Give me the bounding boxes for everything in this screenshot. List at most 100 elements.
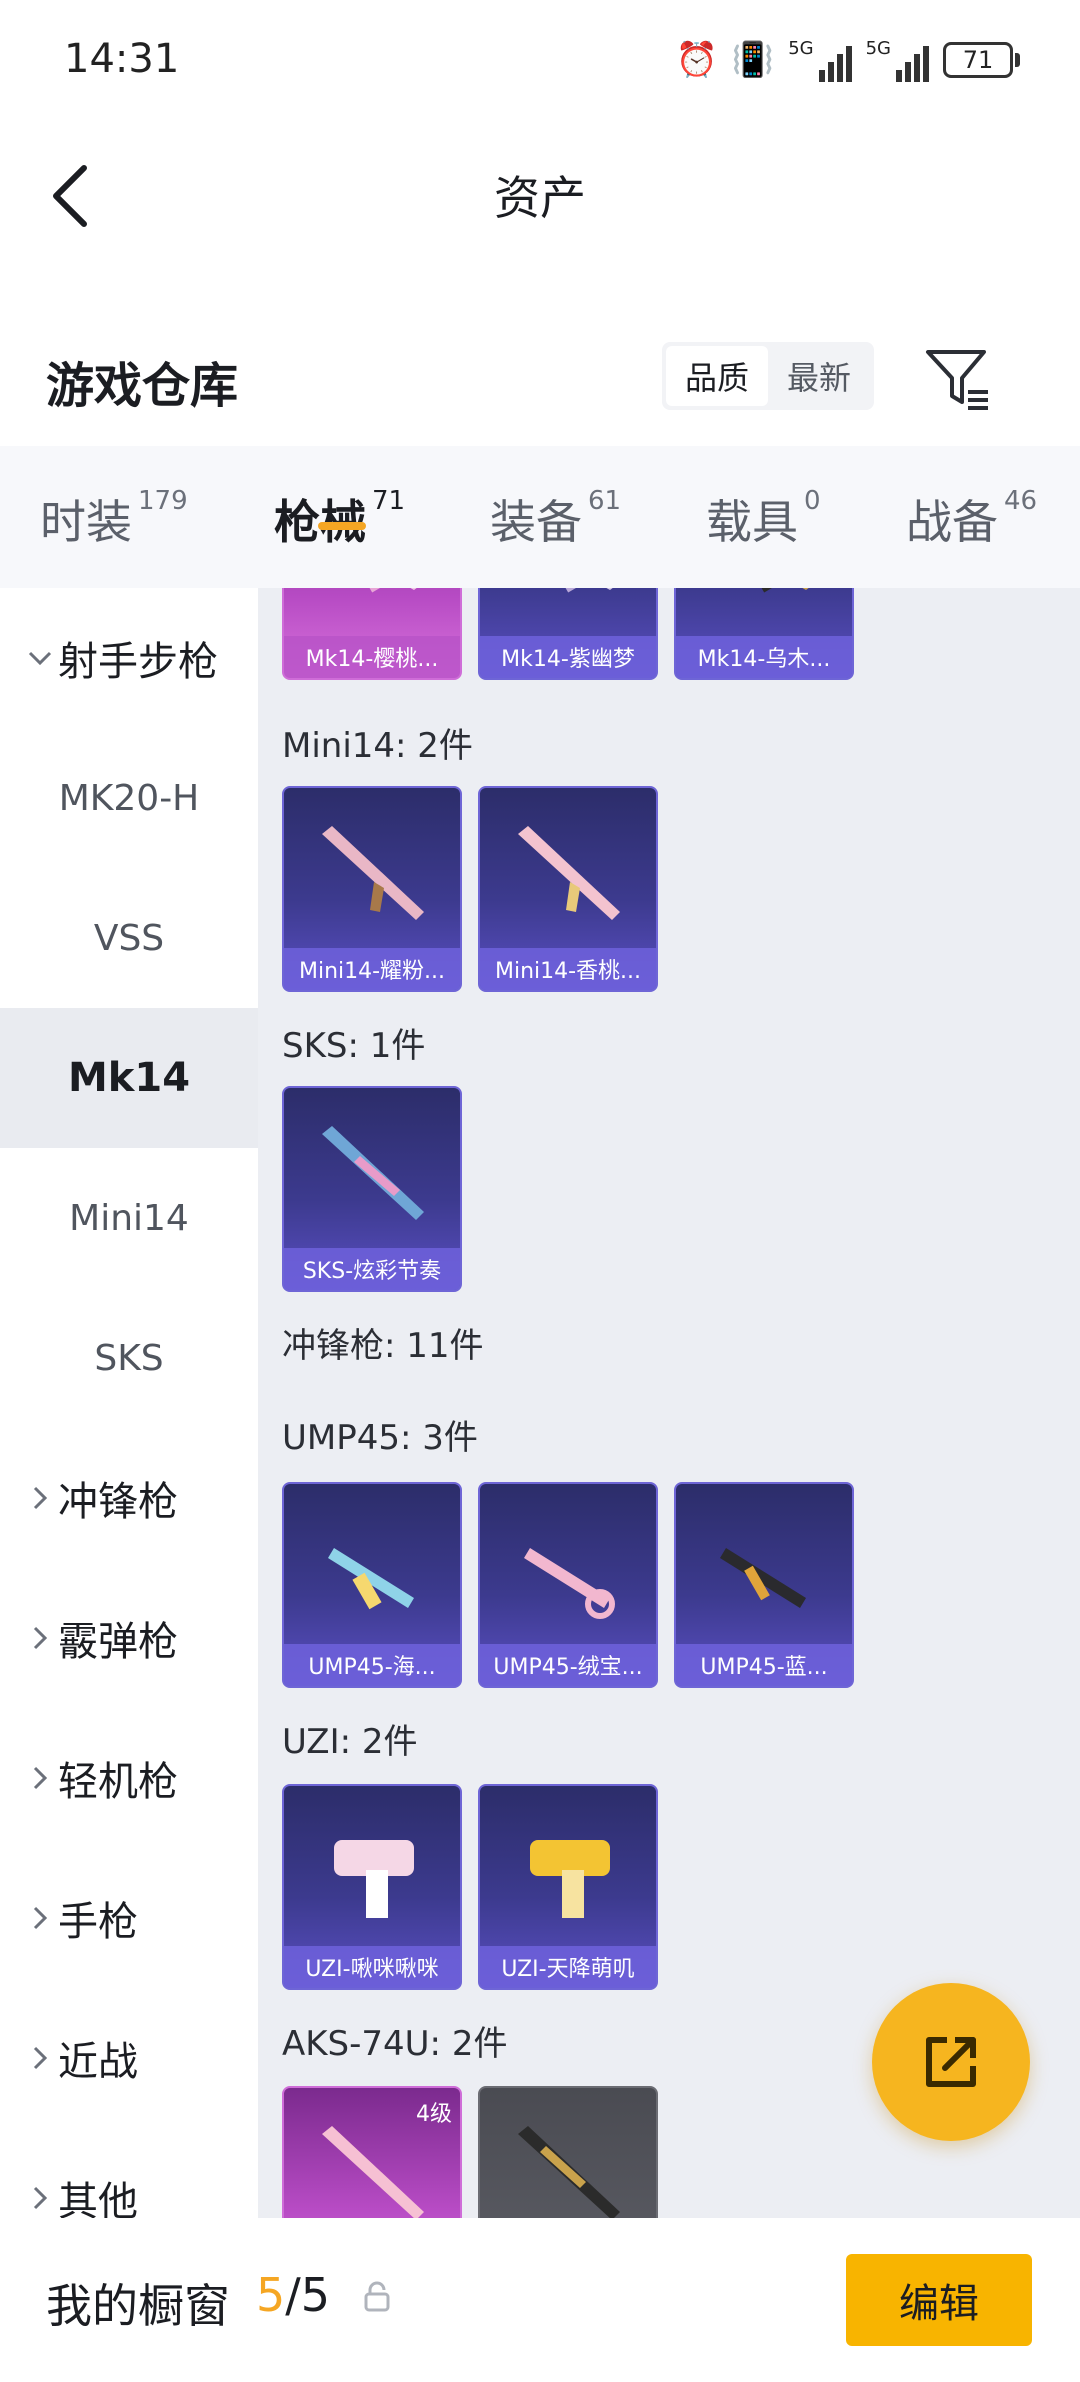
page-title: 资产 (494, 171, 586, 225)
skin-card[interactable]: 4级 (282, 2086, 462, 2218)
tab-guns[interactable]: 枪械 71 (274, 446, 405, 552)
chevron-right-icon (22, 2046, 58, 2070)
skin-card[interactable]: UMP45-蓝... (674, 1482, 854, 1688)
share-icon (926, 2037, 976, 2087)
weapon-group-label: UZI: 2件 (282, 1722, 418, 1762)
tab-count: 46 (1004, 486, 1038, 516)
rifle-icon (518, 2126, 620, 2218)
edit-button[interactable]: 编辑 (846, 2254, 1032, 2346)
skin-card[interactable]: Mk14-紫幽梦 (478, 588, 658, 680)
sidebar-item-label: MK20-H (58, 777, 200, 819)
smg-icon (328, 1548, 414, 1610)
sort-quality-button[interactable]: 品质 (666, 346, 768, 406)
smg-icon (524, 1548, 615, 1619)
network-type-1: 5G (788, 38, 814, 59)
tab-vehicles[interactable]: 载具 0 (706, 446, 821, 552)
tab-fashion[interactable]: 时装 179 (40, 446, 188, 552)
weapon-group-label: Mini14: 2件 (282, 726, 473, 766)
filter-icon (926, 350, 988, 410)
battery-level: 71 (943, 42, 1013, 78)
vibrate-icon: 📳 (731, 40, 775, 80)
sidebar-item-label: 冲锋枪 (58, 1479, 178, 1525)
skin-card-name: Mk14-乌木... (676, 636, 852, 678)
sidebar-item-label: SKS (94, 1337, 164, 1379)
share-button[interactable] (872, 1983, 1030, 2141)
skin-card[interactable]: SKS-炫彩节奏 (282, 1086, 462, 1292)
sidebar-item-pistol[interactable]: 手枪 (0, 1848, 258, 1988)
sidebar-item-melee[interactable]: 近战 (0, 1988, 258, 2128)
sidebar-item-label: 轻机枪 (58, 1759, 178, 1805)
skin-card[interactable]: UZI-啾咪啾咪 (282, 1784, 462, 1990)
filter-button[interactable] (922, 342, 994, 414)
rifle-icon (749, 588, 809, 593)
rifle-icon (553, 588, 613, 593)
showcase-total: /5 (285, 2268, 331, 2322)
sidebar-item-sks[interactable]: SKS (0, 1288, 258, 1428)
weapon-category-label: 冲锋枪: 11件 (282, 1326, 484, 1366)
sort-toggle: 品质 最新 (662, 342, 874, 410)
status-icons: ⏰ 📳 5G 5G 71 (675, 38, 1020, 82)
tab-count: 61 (588, 486, 622, 516)
skin-card[interactable]: UMP45-绒宝... (478, 1482, 658, 1688)
sidebar-item-mk20h[interactable]: MK20-H (0, 728, 258, 868)
showcase-bar: 我的橱窗 5/5 编辑 (0, 2218, 1080, 2382)
battery-icon: 71 (943, 42, 1020, 78)
skin-card-name: Mk14-樱桃... (284, 636, 460, 678)
weapon-group-label: UMP45: 3件 (282, 1418, 478, 1458)
tab-label: 载具 (706, 495, 798, 549)
sort-newest-button[interactable]: 最新 (768, 346, 870, 406)
network-type-2: 5G (865, 38, 891, 59)
skin-card[interactable]: Mini14-耀粉... (282, 786, 462, 992)
tab-label: 装备 (490, 495, 582, 549)
pistol-smg-icon (530, 1840, 610, 1918)
tab-equipment[interactable]: 装备 61 (490, 446, 621, 552)
section-title: 游戏仓库 (46, 358, 239, 414)
tab-label: 战备 (906, 495, 998, 549)
skin-card[interactable] (478, 2086, 658, 2218)
sidebar-item-smg[interactable]: 冲锋枪 (0, 1428, 258, 1568)
sidebar-item-vss[interactable]: VSS (0, 868, 258, 1008)
skin-card-name: SKS-炫彩节奏 (284, 1248, 460, 1290)
category-tabs: 时装 179 枪械 71 装备 61 载具 0 战备 46 (0, 446, 1080, 588)
sidebar-item-other[interactable]: 其他 (0, 2128, 258, 2218)
chevron-down-icon (22, 650, 58, 666)
skin-card[interactable]: UZI-天降萌叽 (478, 1784, 658, 1990)
skin-card[interactable]: Mk14-乌木... (674, 588, 854, 680)
sidebar-item-label: 其他 (58, 2179, 138, 2218)
weapon-group-label: SKS: 1件 (282, 1026, 426, 1066)
tab-count: 179 (138, 486, 188, 516)
skin-card-name: Mini14-香桃... (480, 948, 656, 990)
tab-count: 0 (804, 486, 821, 516)
sidebar-item-mk14[interactable]: Mk14 (0, 1008, 258, 1148)
skin-card-name: UZI-啾咪啾咪 (284, 1946, 460, 1988)
chevron-right-icon (22, 1486, 58, 1510)
sidebar-item-marksman-rifles[interactable]: 射手步枪 (0, 588, 258, 728)
sidebar-item-label: 手枪 (58, 1899, 138, 1945)
chevron-right-icon (22, 1906, 58, 1930)
alarm-icon: ⏰ (675, 40, 718, 80)
status-time: 14:31 (64, 36, 180, 82)
sidebar-item-mini14[interactable]: Mini14 (0, 1148, 258, 1288)
sidebar-item-label: 近战 (58, 2039, 138, 2085)
active-tab-indicator (318, 522, 366, 530)
sidebar-item-label: Mk14 (67, 1055, 191, 1101)
skin-card-name: Mk14-紫幽梦 (480, 636, 656, 678)
showcase-current: 5 (256, 2268, 286, 2322)
sidebar-item-label: Mini14 (69, 1197, 189, 1239)
skin-card[interactable]: Mk14-樱桃... (282, 588, 462, 680)
skin-card[interactable]: UMP45-海... (282, 1482, 462, 1688)
sidebar-item-lmg[interactable]: 轻机枪 (0, 1708, 258, 1848)
smg-icon (720, 1548, 806, 1608)
signal-icon-1: 5G (788, 38, 852, 82)
skin-card[interactable]: Mini14-香桃... (478, 786, 658, 992)
chevron-right-icon (22, 1626, 58, 1650)
showcase-count: 5/5 (256, 2268, 330, 2322)
skin-card-name: UMP45-蓝... (676, 1644, 852, 1686)
weapon-group-label: AKS-74U: 2件 (282, 2024, 508, 2064)
sidebar-item-shotgun[interactable]: 霰弹枪 (0, 1568, 258, 1708)
pistol-smg-icon (334, 1840, 414, 1918)
sidebar-item-label: 射手步枪 (58, 639, 218, 685)
chevron-right-icon (22, 1766, 58, 1790)
tab-supplies[interactable]: 战备 46 (906, 446, 1037, 552)
skin-card-name: Mini14-耀粉... (284, 948, 460, 990)
